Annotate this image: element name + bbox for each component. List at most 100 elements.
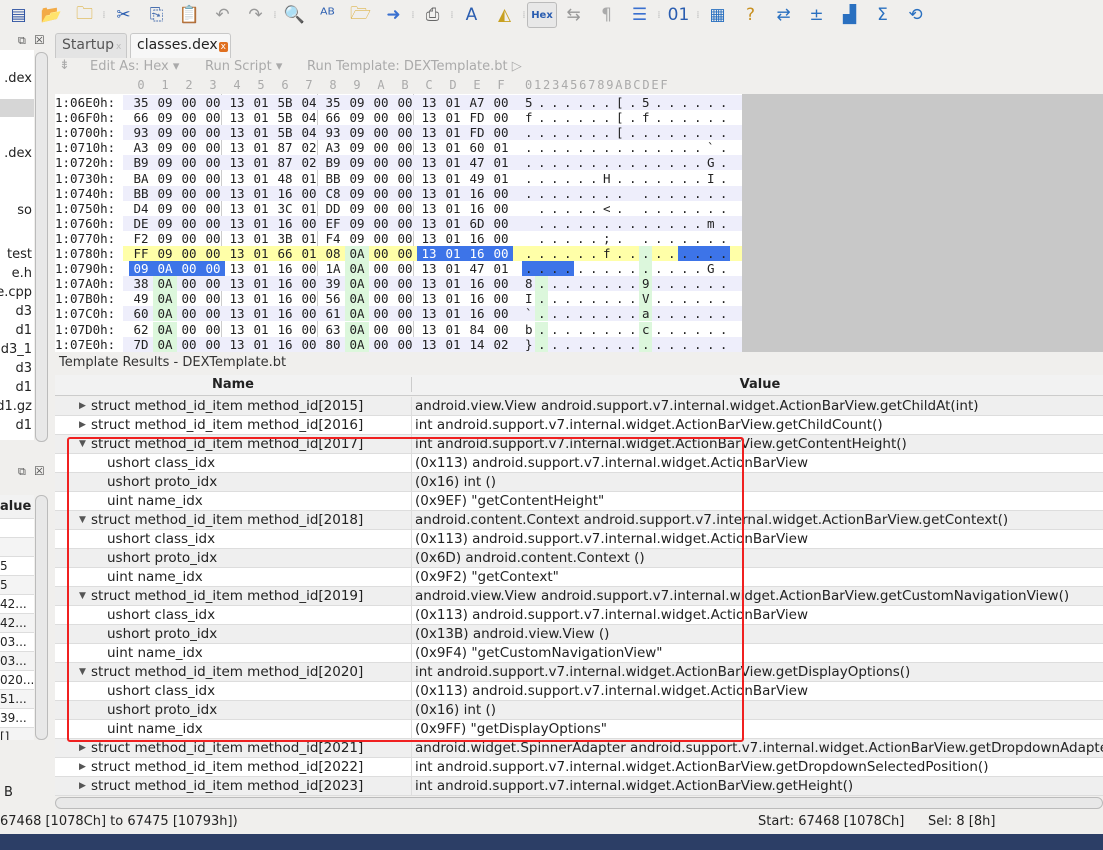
- hex-byte[interactable]: 48: [273, 171, 297, 186]
- hex-byte[interactable]: 14: [465, 337, 489, 352]
- hex-byte[interactable]: 13: [417, 322, 441, 337]
- hex-byte[interactable]: 09: [345, 155, 369, 170]
- hex-byte[interactable]: 00: [393, 216, 417, 231]
- column-header-value[interactable]: Value: [415, 377, 1103, 392]
- tab-classes-dex[interactable]: classes.dex x: [130, 33, 231, 58]
- collapsed-arrow-icon[interactable]: ▶: [79, 397, 86, 415]
- hex-byte[interactable]: 39: [321, 276, 345, 291]
- hex-byte[interactable]: 13: [225, 155, 249, 170]
- file-list-item[interactable]: .dex: [4, 71, 32, 86]
- close-tab-icon[interactable]: x: [116, 42, 121, 52]
- ascii-row-text[interactable]: ..............`.: [525, 140, 733, 155]
- swap-icon[interactable]: ⇄: [767, 2, 800, 28]
- hex-byte[interactable]: 01: [249, 337, 273, 352]
- hex-byte[interactable]: 16: [273, 276, 297, 291]
- hex-byte[interactable]: 16: [465, 231, 489, 246]
- hex-byte[interactable]: 00: [177, 110, 201, 125]
- hex-byte[interactable]: 00: [393, 125, 417, 140]
- hex-byte[interactable]: 09: [345, 186, 369, 201]
- hex-byte[interactable]: 00: [369, 125, 393, 140]
- hex-byte[interactable]: 13: [417, 125, 441, 140]
- hex-row[interactable]: 1:0790h: 09 0A 00 00 13 01 16 00 1A 0A 00 00 13 01 47 01…: [55, 261, 742, 277]
- hex-byte[interactable]: 13: [417, 155, 441, 170]
- hex-byte[interactable]: 13: [225, 125, 249, 140]
- hex-byte[interactable]: 01: [441, 306, 465, 321]
- hex-byte[interactable]: 5B: [273, 125, 297, 140]
- hex-byte[interactable]: 09: [153, 246, 177, 261]
- hex-byte[interactable]: 01: [441, 246, 465, 261]
- hex-byte[interactable]: 0A: [345, 336, 369, 352]
- hex-byte[interactable]: 49: [129, 291, 153, 306]
- hex-byte[interactable]: 66: [321, 110, 345, 125]
- hex-byte[interactable]: 00: [369, 110, 393, 125]
- hex-byte[interactable]: 00: [369, 201, 393, 216]
- hex-byte[interactable]: 00: [369, 231, 393, 246]
- hex-byte[interactable]: 00: [489, 95, 513, 110]
- hex-byte[interactable]: 5B: [273, 95, 297, 110]
- hex-byte[interactable]: 16: [465, 306, 489, 321]
- hex-byte[interactable]: 13: [225, 186, 249, 201]
- ascii-row-text[interactable]: I........V......: [525, 291, 733, 306]
- hex-byte[interactable]: 13: [417, 231, 441, 246]
- hex-byte[interactable]: 01: [249, 291, 273, 306]
- hex-byte[interactable]: 13: [417, 291, 441, 306]
- hex-byte[interactable]: 00: [177, 140, 201, 155]
- pilcrow-icon[interactable]: ¶: [590, 2, 623, 28]
- collapsed-arrow-icon[interactable]: ▶: [79, 777, 86, 795]
- hex-byte[interactable]: 00: [369, 171, 393, 186]
- hex-row[interactable]: 1:07C0h: 60 0A 00 00 13 01 16 00 61 0A 00 00 13 01 16 00…: [55, 306, 742, 322]
- hex-byte[interactable]: 16: [273, 306, 297, 321]
- hex-byte[interactable]: 09: [345, 171, 369, 186]
- inspector-value-cell[interactable]: 03...: [0, 633, 34, 652]
- hex-byte[interactable]: 01: [249, 231, 273, 246]
- template-row[interactable]: ▶ struct method_id_item method_id[2015] an…: [55, 397, 1103, 416]
- template-row[interactable]: ▶ struct method_id_item method_id[2016] in…: [55, 416, 1103, 435]
- collapsed-arrow-icon[interactable]: ▶: [79, 416, 86, 434]
- hex-byte[interactable]: 00: [489, 306, 513, 321]
- hex-byte[interactable]: 93: [129, 125, 153, 140]
- inspector-value-cell[interactable]: 39...: [0, 709, 34, 728]
- ascii-row-text[interactable]: 5......[.5......: [525, 95, 733, 110]
- inspector-value-cell[interactable]: 03...: [0, 652, 34, 671]
- file-list-item[interactable]: d1.gz: [0, 399, 32, 414]
- hex-byte[interactable]: 01: [441, 291, 465, 306]
- hex-byte[interactable]: 00: [393, 306, 417, 321]
- hex-byte[interactable]: 00: [201, 291, 225, 306]
- hex-byte[interactable]: A3: [129, 140, 153, 155]
- hex-byte[interactable]: 00: [393, 171, 417, 186]
- hex-byte[interactable]: 13: [225, 337, 249, 352]
- hex-byte[interactable]: 00: [369, 246, 393, 261]
- hex-byte[interactable]: 00: [393, 201, 417, 216]
- hex-byte[interactable]: 00: [369, 276, 393, 291]
- inspector-value-cell[interactable]: [0, 519, 34, 538]
- hex-byte[interactable]: 66: [273, 246, 297, 261]
- hex-byte[interactable]: 35: [129, 95, 153, 110]
- inspector-value-cell[interactable]: 020...: [0, 671, 34, 690]
- hex-row[interactable]: 1:0740h: BB 09 00 00 13 01 16 00 C8 09 00 00 13 01 16 00…: [55, 185, 742, 201]
- template-row[interactable]: ▶ struct method_id_item method_id[2023] in…: [55, 777, 1103, 796]
- hex-byte[interactable]: 13: [225, 246, 249, 261]
- hex-byte[interactable]: 00: [393, 337, 417, 352]
- hex-byte[interactable]: 47: [465, 155, 489, 170]
- hex-byte[interactable]: F2: [129, 231, 153, 246]
- hex-byte[interactable]: 13: [417, 216, 441, 231]
- hex-byte[interactable]: BA: [129, 171, 153, 186]
- hex-byte[interactable]: 01: [249, 125, 273, 140]
- ascii-row-text[interactable]: .............m.: [525, 216, 733, 231]
- hex-byte[interactable]: 00: [393, 110, 417, 125]
- hex-byte[interactable]: 00: [489, 110, 513, 125]
- hex-row[interactable]: 1:07E0h: 7D 0A 00 00 13 01 16 00 80 0A 00 00 13 01 14 02…: [55, 336, 742, 352]
- hex-byte[interactable]: FD: [465, 125, 489, 140]
- hex-byte[interactable]: 60: [129, 306, 153, 321]
- hex-mode-button[interactable]: Hex: [527, 2, 557, 28]
- hex-byte[interactable]: 09: [345, 140, 369, 155]
- hex-byte[interactable]: 00: [393, 322, 417, 337]
- hex-byte[interactable]: 49: [465, 171, 489, 186]
- hex-byte[interactable]: 00: [297, 337, 321, 352]
- binary-icon[interactable]: 01: [662, 2, 695, 28]
- cut-icon[interactable]: ✂: [107, 2, 140, 28]
- hex-byte[interactable]: 09: [345, 110, 369, 125]
- file-list-scrollbar[interactable]: [35, 52, 48, 442]
- goto-icon[interactable]: ➜: [377, 2, 410, 28]
- file-list-item[interactable]: d1: [15, 323, 32, 338]
